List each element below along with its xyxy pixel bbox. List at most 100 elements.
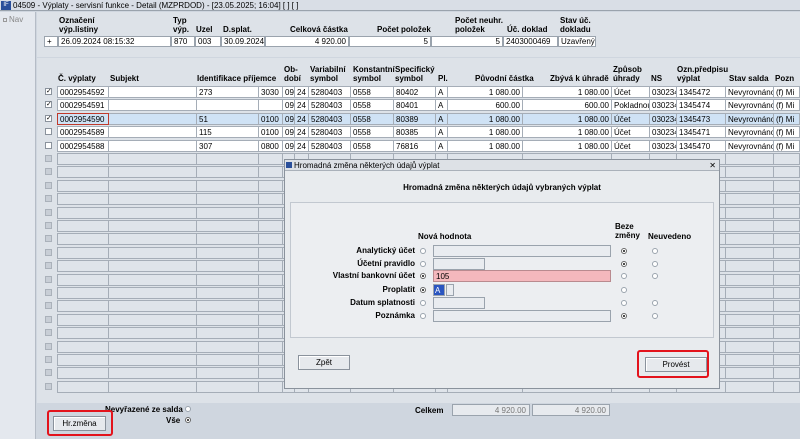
grid-cell-pozn[interactable]: (f) Mi xyxy=(774,99,800,112)
row-checkbox[interactable] xyxy=(45,356,52,363)
grid-cell-bank[interactable] xyxy=(259,99,283,112)
grid-cell-konst[interactable]: 0558 xyxy=(351,126,394,139)
grid-empty-cell[interactable] xyxy=(774,340,800,353)
grid-cell-ident[interactable]: 115 xyxy=(197,126,259,139)
grid-empty-cell[interactable] xyxy=(259,220,283,232)
grid-cell-stav[interactable]: Nevyrovnáno xyxy=(726,126,774,139)
grid-empty-cell[interactable] xyxy=(197,220,259,232)
grid-empty-cell[interactable] xyxy=(726,287,774,299)
grid-cell-bank[interactable]: 0100 xyxy=(259,112,283,125)
grid-cell-spec[interactable]: 80402 xyxy=(394,86,436,98)
grid-empty-cell[interactable] xyxy=(726,273,774,286)
header-celkova-value[interactable]: 4 920.00 xyxy=(265,36,349,47)
header-dsplat-value[interactable]: 30.09.2024 xyxy=(221,36,265,47)
nav-sidebar[interactable]: Nav xyxy=(0,12,36,439)
grid-empty-cell[interactable] xyxy=(774,287,800,299)
grid-empty-cell[interactable] xyxy=(774,273,800,286)
grid-empty-cell[interactable] xyxy=(259,153,283,165)
grid-cell-ns[interactable]: 030234 xyxy=(650,112,677,125)
grid-empty-cell[interactable] xyxy=(259,246,283,259)
new-value-radio[interactable] xyxy=(420,261,426,267)
grid-cell-ns[interactable]: 030234 xyxy=(650,86,677,98)
grid-cell-var[interactable]: 5280403 xyxy=(309,99,351,112)
grid-empty-cell[interactable] xyxy=(259,233,283,246)
grid-empty-cell[interactable] xyxy=(197,300,259,313)
header-ucdoklad-value[interactable]: 2403000469 xyxy=(503,36,558,47)
grid-empty-cell[interactable] xyxy=(109,273,197,286)
new-value-radio[interactable] xyxy=(420,287,426,293)
grid-empty-cell[interactable] xyxy=(259,313,283,326)
grid-cell-konst[interactable]: 0558 xyxy=(351,86,394,98)
grid-empty-cell[interactable] xyxy=(109,179,197,192)
grid-cell-puvodni[interactable]: 1 080.00 xyxy=(448,112,523,125)
header-oznaceni-value[interactable]: 26.09.2024 08:15:32 xyxy=(58,36,171,47)
row-checkbox[interactable] xyxy=(45,155,52,162)
footer-total-zbyva[interactable]: 4 920.00 xyxy=(532,404,610,416)
vse-radio[interactable] xyxy=(185,417,191,423)
grid-empty-cell[interactable] xyxy=(726,206,774,219)
grid-empty-cell[interactable] xyxy=(109,246,197,259)
grid-empty-cell[interactable] xyxy=(57,340,109,353)
grid-cell-ob1[interactable]: 09 xyxy=(283,99,295,112)
grid-empty-cell[interactable] xyxy=(726,153,774,165)
grid-empty-cell[interactable] xyxy=(109,206,197,219)
grid-empty-cell[interactable] xyxy=(726,246,774,259)
grid-cell-zbyva[interactable]: 1 080.00 xyxy=(523,126,612,139)
grid-empty-cell[interactable] xyxy=(259,380,283,393)
grid-empty-cell[interactable] xyxy=(197,206,259,219)
grid-empty-cell[interactable] xyxy=(109,153,197,165)
grid-empty-cell[interactable] xyxy=(197,193,259,206)
grid-cell-puvodni[interactable]: 1 080.00 xyxy=(448,86,523,98)
grid-empty-cell[interactable] xyxy=(726,166,774,179)
grid-cell-subjekt[interactable] xyxy=(109,139,197,152)
grid-cell-konst[interactable]: 0558 xyxy=(351,112,394,125)
grid-empty-cell[interactable] xyxy=(774,193,800,206)
grid-empty-cell[interactable] xyxy=(109,313,197,326)
grid-empty-cell[interactable] xyxy=(197,153,259,165)
row-checkbox[interactable] xyxy=(45,235,52,243)
grid-empty-cell[interactable] xyxy=(109,380,197,393)
grid-empty-cell[interactable] xyxy=(774,260,800,273)
grid-cell-pl[interactable]: A xyxy=(436,112,448,125)
grid-empty-cell[interactable] xyxy=(197,287,259,299)
grid-cell-ident[interactable]: 307 xyxy=(197,139,259,152)
grid-empty-cell[interactable] xyxy=(57,193,109,206)
new-value-radio[interactable] xyxy=(420,313,426,319)
grid-cell-spec[interactable]: 80385 xyxy=(394,126,436,139)
grid-empty-cell[interactable] xyxy=(774,300,800,313)
grid-empty-cell[interactable] xyxy=(109,166,197,179)
row-checkbox[interactable] xyxy=(45,222,52,229)
grid-empty-cell[interactable] xyxy=(774,354,800,366)
grid-cell-pozn[interactable]: (f) Mi xyxy=(774,139,800,152)
grid-cell-cislo[interactable]: 0002954588 xyxy=(57,139,109,152)
row-checkbox[interactable]: ✓ xyxy=(45,114,52,122)
grid-empty-cell[interactable] xyxy=(109,193,197,206)
grid-cell-pozn[interactable]: (f) Mi xyxy=(774,112,800,125)
no-change-radio[interactable] xyxy=(621,248,627,254)
grid-cell-konst[interactable]: 0558 xyxy=(351,99,394,112)
header-typ-value[interactable]: 870 xyxy=(171,36,195,47)
not-specified-radio[interactable] xyxy=(652,300,658,306)
grid-empty-cell[interactable] xyxy=(774,179,800,192)
grid-empty-cell[interactable] xyxy=(57,220,109,232)
grid-empty-cell[interactable] xyxy=(109,367,197,380)
header-s-value[interactable]: + xyxy=(44,36,58,47)
grid-empty-cell[interactable] xyxy=(726,179,774,192)
grid-empty-cell[interactable] xyxy=(197,380,259,393)
grid-empty-cell[interactable] xyxy=(57,287,109,299)
new-value-field[interactable]: 105 xyxy=(433,270,611,282)
grid-empty-cell[interactable] xyxy=(57,246,109,259)
header-uzel-value[interactable]: 003 xyxy=(195,36,221,47)
not-specified-radio[interactable] xyxy=(652,273,658,279)
no-change-radio[interactable] xyxy=(621,273,627,279)
grid-empty-cell[interactable] xyxy=(774,153,800,165)
grid-cell-subjekt[interactable] xyxy=(109,126,197,139)
grid-cell-ns[interactable]: 030234 xyxy=(650,139,677,152)
grid-empty-cell[interactable] xyxy=(57,273,109,286)
row-checkbox[interactable] xyxy=(45,141,52,149)
grid-cell-ident[interactable]: 51 xyxy=(197,112,259,125)
grid-cell-ident[interactable]: 273 xyxy=(197,86,259,98)
grid-empty-cell[interactable] xyxy=(57,206,109,219)
grid-empty-cell[interactable] xyxy=(109,220,197,232)
grid-empty-cell[interactable] xyxy=(726,340,774,353)
